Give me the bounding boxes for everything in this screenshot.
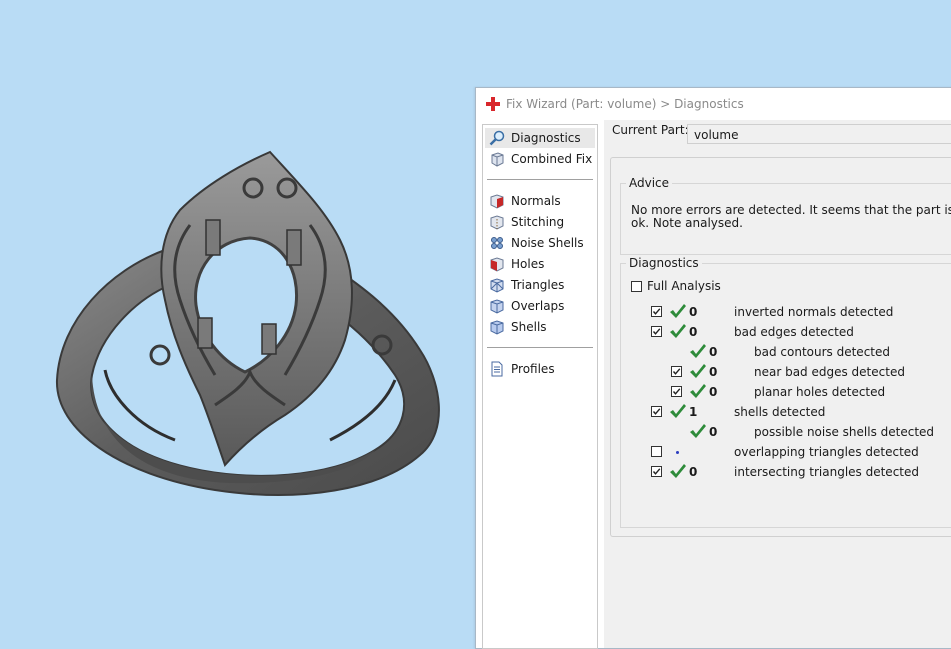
sidebar-item-label: Triangles: [511, 278, 565, 292]
diagnostic-label: shells detected: [734, 405, 826, 419]
noise-shells-icon: [491, 237, 503, 249]
diagnostic-count: 0: [689, 305, 698, 319]
diagnostics-page: Current Part: volume Advice No more erro…: [604, 120, 951, 648]
diagnostic-row: overlapping triangles detected: [621, 442, 951, 462]
diagnostics-title: Diagnostics: [626, 256, 702, 270]
sidebar-item-label: Shells: [511, 320, 547, 334]
full-analysis-checkbox[interactable]: [631, 281, 642, 292]
triangles-cube-icon: [490, 278, 504, 293]
diagnostic-row: 0 planar holes detected: [621, 382, 951, 402]
diagnostic-count: 0: [689, 325, 698, 339]
sidebar-item-label: Stitching: [511, 215, 565, 229]
document-icon: [491, 361, 503, 377]
current-part-value: volume: [694, 128, 739, 142]
normals-cube-icon: [490, 194, 504, 209]
status-ok-check-icon: [670, 304, 686, 318]
wizard-sidebar: Diagnostics Combined Fix Normals Stitchi…: [482, 124, 598, 649]
diagnostic-checkbox[interactable]: [651, 406, 662, 417]
diagnostic-row: 0 intersecting triangles detected: [621, 462, 951, 482]
sidebar-item-label: Combined Fix: [511, 152, 593, 166]
status-ok-check-icon: [670, 464, 686, 478]
diagnostic-checkbox[interactable]: [651, 326, 662, 337]
sidebar-item-label: Holes: [511, 257, 545, 271]
diagnostic-count: 0: [709, 425, 718, 439]
sidebar-item-triangles[interactable]: Triangles: [485, 275, 595, 295]
red-cross-icon: [486, 97, 500, 111]
sidebar-item-shells[interactable]: Shells: [485, 317, 595, 337]
diagnostic-checkbox[interactable]: [651, 466, 662, 477]
checkmark-icon: [672, 368, 681, 375]
full-analysis-label: Full Analysis: [647, 279, 721, 293]
checkmark-icon: [672, 388, 681, 395]
diagnostic-label: intersecting triangles detected: [734, 465, 919, 479]
diagnostic-row: 0 near bad edges detected: [621, 362, 951, 382]
sidebar-item-holes[interactable]: Holes: [485, 254, 595, 274]
diagnostic-count: 0: [709, 385, 718, 399]
diagnostic-row: 0 inverted normals detected: [621, 302, 951, 322]
status-ok-check-icon: [690, 424, 706, 438]
diagnostic-label: bad contours detected: [754, 345, 890, 359]
sidebar-divider: [487, 179, 593, 180]
sidebar-item-label: Profiles: [511, 362, 555, 376]
diagnostic-row: 0 bad contours detected: [621, 342, 951, 362]
checkmark-icon: [652, 408, 661, 415]
holes-cube-icon: [490, 257, 504, 272]
current-part-field[interactable]: volume: [687, 124, 951, 144]
advice-title: Advice: [626, 176, 673, 190]
status-ok-check-icon: [670, 324, 686, 338]
status-pending-dot-icon: [676, 451, 679, 454]
window-title: Fix Wizard (Part: volume) > Diagnostics: [506, 97, 744, 111]
sidebar-item-profiles[interactable]: Profiles: [485, 359, 595, 379]
status-ok-check-icon: [690, 364, 706, 378]
diagnostic-row: 0 bad edges detected: [621, 322, 951, 342]
checkmark-icon: [652, 468, 661, 475]
diagnostic-label: planar holes detected: [754, 385, 886, 399]
diagnostic-count: 0: [709, 365, 718, 379]
diagnostic-checkbox[interactable]: [671, 366, 682, 377]
sidebar-item-stitching[interactable]: Stitching: [485, 212, 595, 232]
stitching-cube-icon: [490, 215, 504, 230]
status-ok-check-icon: [690, 384, 706, 398]
diagnostic-checkbox[interactable]: [671, 386, 682, 397]
advice-group: Advice No more errors are detected. It s…: [620, 176, 951, 255]
shells-cube-icon: [490, 320, 504, 335]
diagnostic-count: 0: [689, 465, 698, 479]
diagnostic-row: 1 shells detected: [621, 402, 951, 422]
cube-icon: [491, 152, 504, 167]
sidebar-item-combined-fix[interactable]: Combined Fix: [485, 149, 595, 169]
sidebar-item-label: Overlaps: [511, 299, 565, 313]
diagnostics-panel: Advice No more errors are detected. It s…: [610, 157, 951, 537]
current-part-label: Current Part:: [612, 123, 689, 137]
advice-text: No more errors are detected. It seems th…: [631, 203, 951, 230]
sidebar-item-noise-shells[interactable]: Noise Shells: [485, 233, 595, 253]
diagnostics-group: Diagnostics Full Analysis 0 inverted norm…: [620, 256, 951, 528]
sidebar-item-label: Noise Shells: [511, 236, 584, 250]
status-ok-check-icon: [670, 404, 686, 418]
checkmark-icon: [652, 328, 661, 335]
sidebar-item-overlaps[interactable]: Overlaps: [485, 296, 595, 316]
diagnostic-checkbox[interactable]: [651, 446, 662, 457]
sidebar-item-label: Diagnostics: [511, 131, 581, 145]
sidebar-item-normals[interactable]: Normals: [485, 191, 595, 211]
magnifier-icon: [489, 130, 505, 146]
diagnostic-label: near bad edges detected: [754, 365, 905, 379]
diagnostic-label: overlapping triangles detected: [734, 445, 919, 459]
title-bar[interactable]: Fix Wizard (Part: volume) > Diagnostics: [476, 88, 951, 120]
status-ok-check-icon: [690, 344, 706, 358]
diagnostic-label: possible noise shells detected: [754, 425, 935, 439]
sidebar-item-diagnostics[interactable]: Diagnostics: [485, 128, 595, 148]
diagnostic-count: 1: [689, 405, 698, 419]
sidebar-divider: [487, 347, 593, 348]
fix-wizard-window: Fix Wizard (Part: volume) > Diagnostics …: [475, 87, 951, 649]
diagnostic-row: 0 possible noise shells detected: [621, 422, 951, 442]
diagnostic-label: inverted normals detected: [734, 305, 894, 319]
checkmark-icon: [652, 308, 661, 315]
diagnostic-checkbox[interactable]: [651, 306, 662, 317]
overlaps-cube-icon: [490, 299, 504, 314]
sidebar-item-label: Normals: [511, 194, 561, 208]
diagnostic-label: bad edges detected: [734, 325, 854, 339]
diagnostic-count: 0: [709, 345, 718, 359]
